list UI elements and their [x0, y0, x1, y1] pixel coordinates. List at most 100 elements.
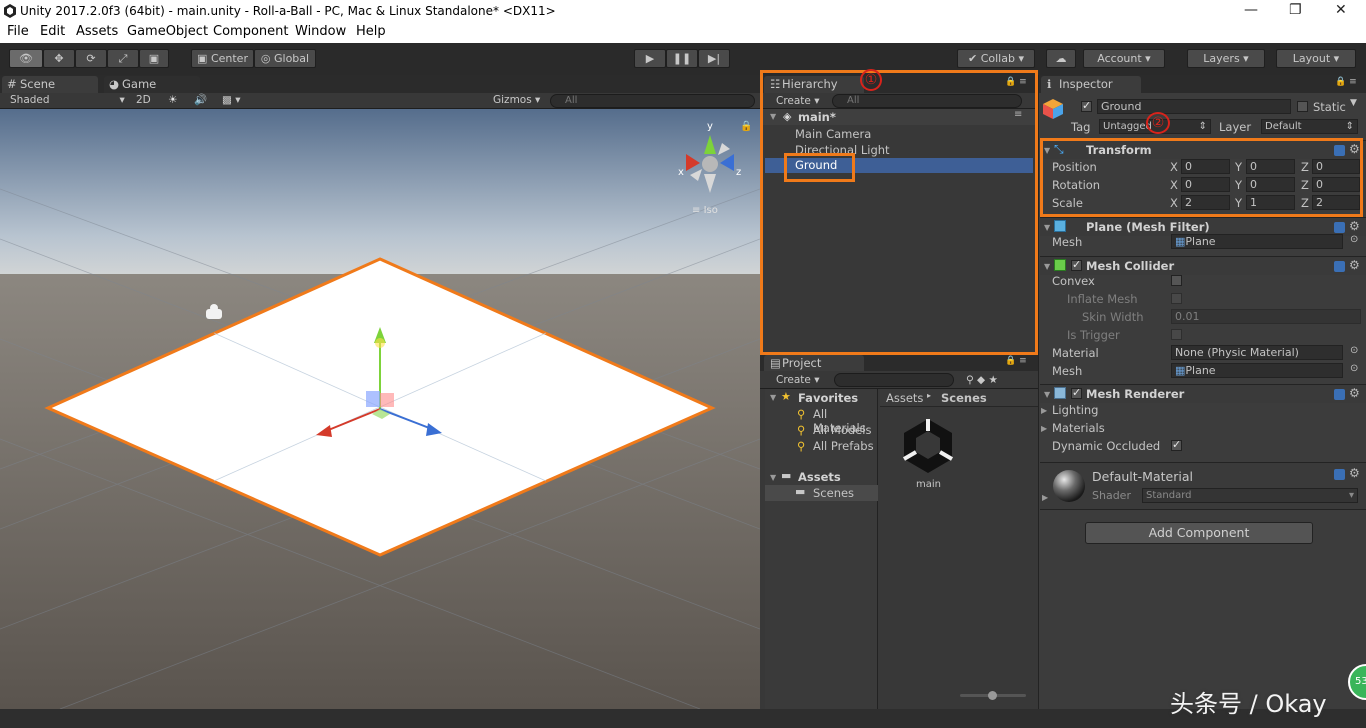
shading-dropdown[interactable]: Shaded ▾ [10, 93, 125, 107]
layer-dropdown[interactable]: Default ⇕ [1261, 119, 1358, 134]
filter-icons[interactable]: ⚲ ◆ ★ [966, 373, 998, 387]
mesh-renderer-header[interactable]: ▼ Mesh Renderer ⚙ [1040, 384, 1366, 403]
gear-icon[interactable]: ⚙ [1349, 466, 1360, 480]
mesh-renderer-enabled-checkbox[interactable] [1071, 386, 1082, 399]
add-component-button[interactable]: Add Component [1085, 522, 1313, 544]
menu-window[interactable]: Window [295, 24, 346, 39]
menu-edit[interactable]: Edit [40, 24, 65, 39]
static-checkbox[interactable] [1297, 101, 1308, 112]
close-button[interactable]: ✕ [1335, 2, 1347, 18]
move-tool-button[interactable]: ✥ [43, 49, 75, 68]
convex-checkbox[interactable] [1171, 275, 1182, 286]
dynamic-occluded-checkbox[interactable] [1171, 438, 1182, 451]
breadcrumb-separator-icon: ▸ [927, 391, 932, 400]
view-tool-button[interactable]: 👁 [9, 49, 43, 68]
is-trigger-label: Is Trigger [1067, 328, 1120, 342]
rotate-icon: ⟳ [86, 52, 96, 65]
project-create-dropdown[interactable]: Create ▾ [776, 373, 820, 387]
account-label: Account [1097, 52, 1142, 65]
inspector-menu-icon[interactable]: 🔒 ≡ [1335, 77, 1357, 87]
move-icon: ✥ [54, 52, 64, 65]
help-book-icon[interactable] [1334, 261, 1345, 272]
shader-dropdown[interactable]: Standard ▾ [1142, 488, 1358, 503]
lock-icon[interactable]: 🔒 [740, 120, 752, 132]
fav-all-models[interactable]: All Models [813, 423, 871, 437]
folder-scenes[interactable]: ▬ Scenes [765, 485, 878, 501]
axis-x-label: x [678, 167, 684, 178]
object-picker-icon[interactable]: ⊙ [1350, 234, 1358, 245]
hierarchy-panel: ☷ Hierarchy 🔒 ≡ Create ▾ All ▼ ◈ main* ≡ … [760, 69, 1038, 355]
object-name-input[interactable]: Ground [1097, 99, 1291, 114]
step-button[interactable]: ▶| [698, 49, 730, 68]
menu-component[interactable]: Component [213, 24, 288, 39]
scene-viewport[interactable]: y x z ≡ Iso 🔒 [0, 109, 760, 709]
mesh-collider-enabled-checkbox[interactable] [1071, 258, 1082, 271]
materials-foldout[interactable]: Materials [1052, 421, 1105, 435]
minimize-button[interactable]: — [1244, 2, 1258, 18]
collapse-icon[interactable]: ▼ [1044, 390, 1050, 399]
cloud-button[interactable]: ☁ [1046, 49, 1076, 68]
collapse-icon[interactable]: ▼ [1044, 262, 1050, 271]
menu-assets[interactable]: Assets [76, 24, 118, 39]
zoom-slider[interactable] [960, 691, 1026, 700]
active-checkbox[interactable] [1081, 99, 1092, 112]
expand-icon[interactable]: ▶ [1041, 424, 1047, 433]
breadcrumb-scenes[interactable]: Scenes [941, 391, 987, 405]
mesh-collider-header[interactable]: ▼ Mesh Collider ⚙ [1040, 256, 1366, 275]
restore-button[interactable]: ❐ [1289, 2, 1302, 18]
fav-all-prefabs[interactable]: All Prefabs [813, 439, 874, 453]
scene-search-input[interactable]: All [550, 94, 755, 108]
effects-toggle-icon[interactable]: ▩ ▾ [222, 93, 241, 107]
inspector-tab-label: Inspector [1059, 77, 1113, 91]
tab-game[interactable]: ◕ Game [104, 76, 200, 94]
menu-help[interactable]: Help [356, 24, 386, 39]
rect-tool-button[interactable]: ▣ [139, 49, 169, 68]
collider-mesh-field[interactable]: ▦Plane [1171, 363, 1343, 378]
collider-material-field[interactable]: None (Physic Material) [1171, 345, 1343, 360]
rotate-tool-button[interactable]: ⟳ [75, 49, 107, 68]
gear-icon[interactable]: ⚙ [1349, 386, 1360, 400]
project-search-input[interactable] [834, 373, 954, 387]
object-picker-icon[interactable]: ⊙ [1350, 345, 1358, 356]
global-button[interactable]: ◎ Global [254, 49, 316, 68]
help-book-icon[interactable] [1334, 222, 1345, 233]
gear-icon[interactable]: ⚙ [1349, 258, 1360, 272]
assets-expand-icon[interactable]: ▼ [770, 473, 776, 482]
layers-dropdown[interactable]: Layers ▾ [1187, 49, 1265, 68]
help-book-icon[interactable] [1334, 389, 1345, 400]
collapse-icon[interactable]: ▼ [1044, 223, 1050, 232]
collab-dropdown[interactable]: ✔ Collab ▾ [957, 49, 1035, 68]
tab-inspector[interactable]: ℹ Inspector [1041, 76, 1141, 94]
toggle-2d-button[interactable]: 2D [136, 93, 151, 107]
skin-width-label: Skin Width [1082, 310, 1144, 324]
gear-icon[interactable]: ⚙ [1349, 219, 1360, 233]
tab-project[interactable]: ▤ Project [764, 355, 864, 371]
zoom-slider-thumb[interactable] [988, 691, 997, 700]
lighting-foldout[interactable]: Lighting [1052, 403, 1098, 417]
audio-toggle-icon[interactable]: 🔊 [194, 93, 207, 107]
gizmos-dropdown[interactable]: Gizmos ▾ [493, 93, 540, 107]
account-dropdown[interactable]: Account ▾ [1083, 49, 1165, 68]
project-menu-icon[interactable]: 🔒 ≡ [1005, 356, 1027, 366]
play-icon: ▶ [645, 52, 655, 65]
sky-background [0, 109, 760, 279]
help-book-icon[interactable] [1334, 469, 1345, 480]
pause-button[interactable]: ❚❚ [666, 49, 698, 68]
menu-file[interactable]: File [7, 24, 29, 39]
favorites-expand-icon[interactable]: ▼ [770, 393, 776, 402]
object-picker-icon[interactable]: ⊙ [1350, 363, 1358, 374]
layout-dropdown[interactable]: Layout ▾ [1276, 49, 1356, 68]
static-dropdown-icon[interactable]: ▼ [1350, 98, 1357, 108]
breadcrumb-assets[interactable]: Assets [886, 391, 923, 405]
pivot-center-button[interactable]: ▣ Center [191, 49, 254, 68]
scale-tool-button[interactable]: ⤢ [107, 49, 139, 68]
layer-label: Layer [1219, 120, 1252, 134]
mesh-field[interactable]: ▦Plane [1171, 234, 1343, 249]
play-button[interactable]: ▶ [634, 49, 666, 68]
tab-scene[interactable]: # Scene [2, 76, 98, 94]
lighting-toggle-icon[interactable]: ☀ [168, 93, 177, 107]
asset-item-main[interactable]: main [900, 415, 956, 495]
menu-gameobject[interactable]: GameObject [127, 24, 208, 39]
expand-icon[interactable]: ▶ [1042, 493, 1048, 502]
expand-icon[interactable]: ▶ [1041, 406, 1047, 415]
